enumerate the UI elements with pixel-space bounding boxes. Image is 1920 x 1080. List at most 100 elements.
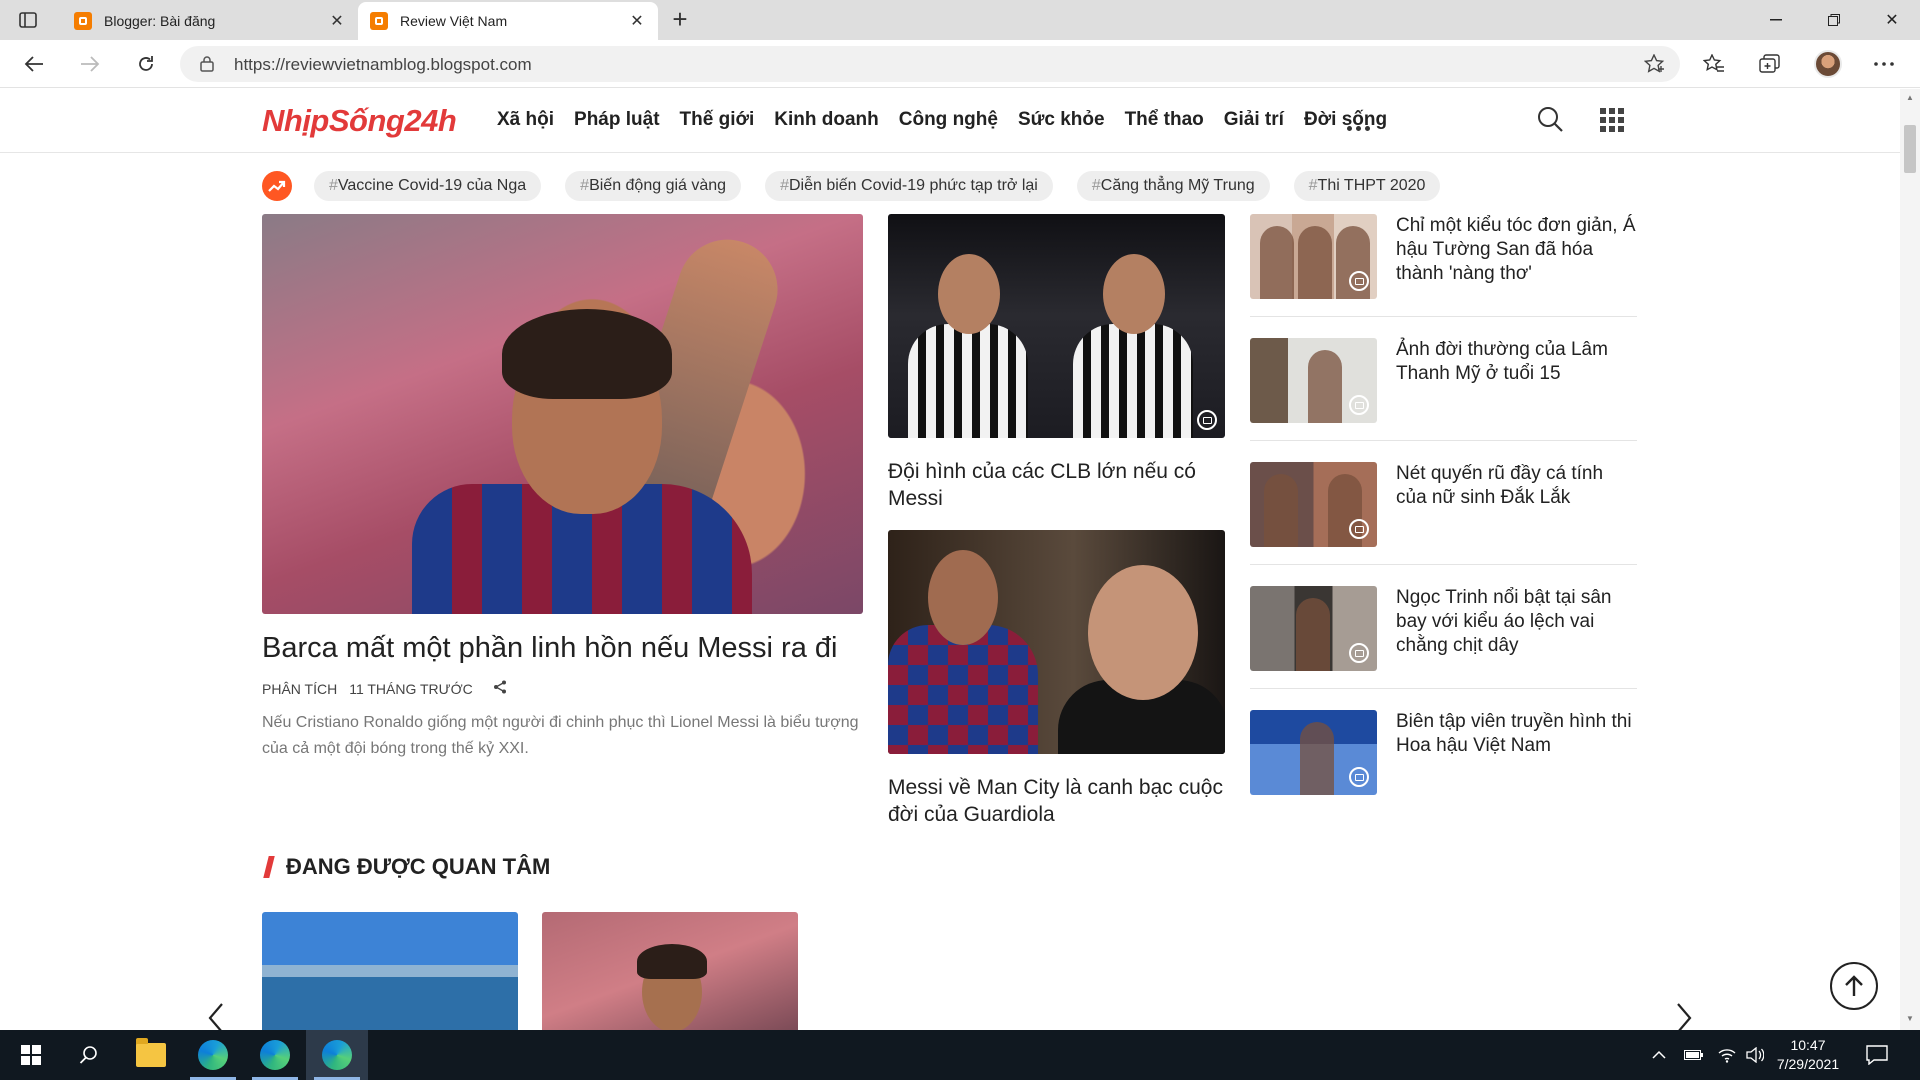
trending-tag[interactable]: #Căng thẳng Mỹ Trung	[1076, 171, 1270, 201]
tray-chevron-icon[interactable]	[1652, 1030, 1666, 1080]
browser-tabbar: Blogger: Bài đăng ✕ Review Việt Nam ✕ + …	[0, 0, 1920, 40]
list-item[interactable]: Nét quyến rũ đầy cá tính của nữ sinh Đắk…	[1250, 462, 1637, 565]
article-thumbnail[interactable]	[1250, 338, 1377, 423]
add-favorite-icon[interactable]	[1643, 53, 1666, 79]
lock-icon[interactable]	[200, 55, 214, 77]
trending-tag[interactable]: #Diễn biến Covid-19 phức tạp trở lại	[765, 171, 1053, 201]
article-thumbnail[interactable]	[1250, 586, 1377, 671]
list-item[interactable]: Biên tập viên truyền hình thi Hoa hậu Vi…	[1250, 710, 1637, 813]
trending-tag[interactable]: #Vaccine Covid-19 của Nga	[314, 171, 542, 201]
edge-icon[interactable]	[244, 1030, 306, 1080]
article-category[interactable]: PHÂN TÍCH	[262, 681, 337, 697]
wifi-icon[interactable]	[1718, 1030, 1736, 1080]
notification-icon[interactable]	[1866, 1030, 1888, 1080]
menu-item-suc-khoe[interactable]: Sức khỏe	[1018, 109, 1105, 131]
file-explorer-icon[interactable]	[120, 1030, 182, 1080]
more-menu-icon[interactable]	[1866, 48, 1902, 80]
scrollbar-thumb[interactable]	[1904, 125, 1916, 173]
article-image[interactable]	[888, 530, 1225, 754]
article-time: 11 THÁNG TRƯỚC	[349, 680, 473, 697]
close-tab-icon[interactable]: ✕	[328, 11, 346, 31]
list-item[interactable]: Chỉ một kiểu tóc đơn giản, Á hậu Tường S…	[1250, 214, 1637, 317]
search-icon[interactable]	[1536, 105, 1564, 138]
tab-title: Review Việt Nam	[400, 13, 508, 29]
search-taskbar-icon[interactable]	[58, 1030, 120, 1080]
article-thumbnail[interactable]	[1250, 710, 1377, 795]
article-title[interactable]: Chỉ một kiểu tóc đơn giản, Á hậu Tường S…	[1396, 214, 1636, 286]
article-title[interactable]: Messi về Man City là canh bạc cuộc đời c…	[888, 774, 1225, 828]
trending-tag[interactable]: #Biến động giá vàng	[565, 171, 742, 201]
site-header: NhịpSống24h Xã hội Pháp luật Thế giới Ki…	[0, 89, 1900, 153]
menu-item-the-thao[interactable]: Thể thao	[1125, 109, 1204, 131]
collections-icon[interactable]	[1752, 48, 1788, 80]
article-title[interactable]: Biên tập viên truyền hình thi Hoa hậu Vi…	[1396, 710, 1636, 758]
section-heading: ĐANG ĐƯỢC QUAN TÂM	[263, 854, 551, 880]
menu-item-giai-tri[interactable]: Giải trí	[1224, 109, 1284, 131]
blogger-icon	[74, 12, 92, 30]
close-tab-icon[interactable]: ✕	[628, 11, 646, 31]
favorites-icon[interactable]	[1696, 48, 1732, 80]
url-text: https://reviewvietnamblog.blogspot.com	[234, 55, 532, 74]
gallery-icon	[1349, 271, 1369, 291]
tab-actions-icon[interactable]	[14, 8, 42, 32]
trending-tags: #Vaccine Covid-19 của Nga #Biến động giá…	[314, 171, 1464, 201]
minimize-button[interactable]	[1748, 0, 1804, 40]
refresh-icon[interactable]	[128, 48, 164, 80]
restore-button[interactable]	[1806, 0, 1862, 40]
menu-item-doi-song[interactable]: Đời sống	[1304, 109, 1387, 131]
close-window-button[interactable]: ✕	[1864, 0, 1920, 40]
featured-article-description: Nếu Cristiano Ronaldo giống một người đi…	[262, 714, 859, 757]
menu-item-kinh-doanh[interactable]: Kinh doanh	[774, 109, 878, 131]
profile-avatar[interactable]	[1810, 48, 1846, 80]
featured-article-image[interactable]	[262, 214, 863, 614]
tab-blogger[interactable]: Blogger: Bài đăng ✕	[62, 2, 358, 40]
article-title[interactable]: Ảnh đời thường của Lâm Thanh Mỹ ở tuổi 1…	[1396, 338, 1636, 386]
main-menu: Xã hội Pháp luật Thế giới Kinh doanh Côn…	[497, 109, 1407, 131]
article-title[interactable]: Ngọc Trinh nổi bật tại sân bay với kiểu …	[1396, 586, 1636, 658]
article-image[interactable]	[888, 214, 1225, 438]
featured-article-title[interactable]: Barca mất một phần linh hồn nếu Messi ra…	[262, 632, 862, 665]
menu-item-the-gioi[interactable]: Thế giới	[680, 109, 755, 131]
volume-icon[interactable]	[1746, 1030, 1764, 1080]
clock-time: 10:47	[1790, 1037, 1826, 1053]
menu-item-xa-hoi[interactable]: Xã hội	[497, 109, 554, 131]
menu-item-cong-nghe[interactable]: Công nghệ	[899, 109, 998, 131]
start-windows-icon[interactable]	[0, 1030, 62, 1080]
menu-item-phap-luat[interactable]: Pháp luật	[574, 109, 660, 131]
article-thumbnail[interactable]	[1250, 462, 1377, 547]
carousel-card[interactable]	[542, 912, 798, 1030]
page-scrollbar[interactable]	[1900, 89, 1920, 1030]
url-field[interactable]: https://reviewvietnamblog.blogspot.com	[180, 46, 1680, 82]
article-title[interactable]: Đội hình của các CLB lớn nếu có Messi	[888, 458, 1225, 512]
gallery-icon	[1197, 410, 1217, 430]
back-to-top-button[interactable]	[1830, 962, 1878, 1010]
article-title[interactable]: Nét quyến rũ đầy cá tính của nữ sinh Đắk…	[1396, 462, 1636, 510]
scroll-up-icon[interactable]: ▲	[1904, 93, 1916, 103]
back-icon[interactable]	[16, 48, 52, 80]
more-menu-dots-icon[interactable]	[1347, 118, 1374, 136]
list-item[interactable]: Ngọc Trinh nổi bật tại sân bay với kiểu …	[1250, 586, 1637, 689]
edge-icon[interactable]	[182, 1030, 244, 1080]
tab-review-vietnam[interactable]: Review Việt Nam ✕	[358, 2, 658, 40]
gallery-icon	[1349, 643, 1369, 663]
trending-icon	[262, 171, 292, 201]
site-logo[interactable]: NhịpSống24h	[262, 103, 457, 139]
scroll-down-icon[interactable]: ▼	[1904, 1014, 1916, 1024]
edge-icon[interactable]	[306, 1030, 368, 1080]
apps-grid-icon[interactable]	[1600, 108, 1624, 132]
featured-article-meta: PHÂN TÍCH 11 THÁNG TRƯỚC	[262, 680, 507, 697]
forward-icon[interactable]	[72, 48, 108, 80]
share-icon[interactable]	[493, 680, 507, 697]
trending-tag[interactable]: #Thi THPT 2020	[1293, 171, 1441, 201]
gallery-icon	[1349, 767, 1369, 787]
clock-date: 7/29/2021	[1776, 1056, 1840, 1072]
tab-title: Blogger: Bài đăng	[104, 13, 216, 29]
new-tab-button[interactable]: +	[664, 6, 696, 34]
battery-icon[interactable]	[1684, 1030, 1704, 1080]
section-title: ĐANG ĐƯỢC QUAN TÂM	[286, 854, 551, 879]
carousel-card[interactable]	[262, 912, 518, 1030]
list-item[interactable]: Ảnh đời thường của Lâm Thanh Mỹ ở tuổi 1…	[1250, 338, 1637, 441]
article-thumbnail[interactable]	[1250, 214, 1377, 299]
system-clock[interactable]: 10:47 7/29/2021	[1770, 1036, 1846, 1074]
gallery-icon	[1349, 519, 1369, 539]
